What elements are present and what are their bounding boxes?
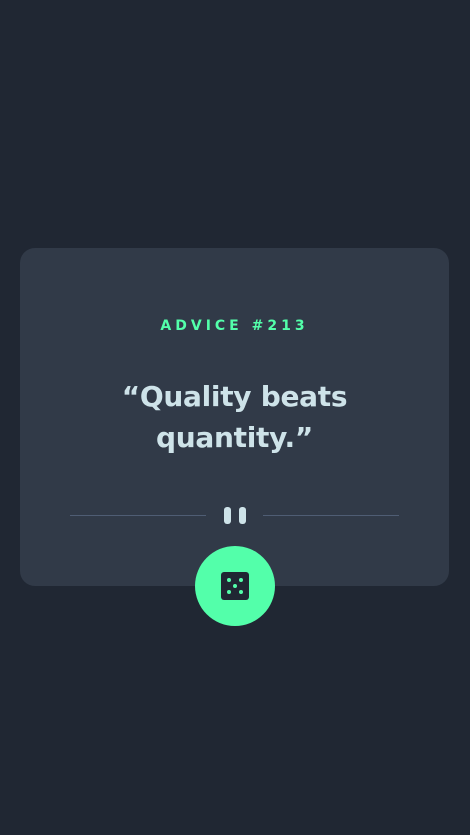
dice-pip [227, 578, 231, 582]
pause-icon [224, 507, 246, 524]
dice-pip [239, 590, 243, 594]
advice-quote: “Quality beats quantity.” [121, 380, 348, 454]
dice-pip [239, 578, 243, 582]
divider-line-right [263, 515, 399, 516]
pause-bar-left [224, 507, 231, 524]
divider-line-left [70, 515, 206, 516]
dice-icon [221, 572, 249, 600]
new-advice-button[interactable] [195, 546, 275, 626]
advice-card: ADVICE #213 “Quality beats quantity.” [20, 248, 449, 586]
dice-pip [233, 584, 237, 588]
advice-number: ADVICE #213 [160, 318, 309, 334]
dice-pip [227, 590, 231, 594]
pause-bar-right [239, 507, 246, 524]
